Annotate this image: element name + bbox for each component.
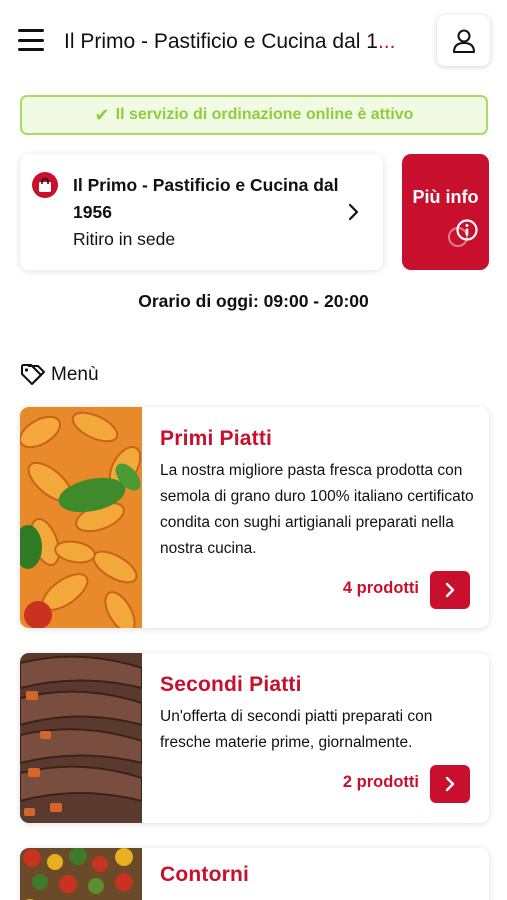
- category-card-primi-piatti[interactable]: Primi Piatti La nostra migliore pasta fr…: [20, 407, 489, 628]
- product-count: 2 prodotti: [342, 773, 419, 791]
- open-category-button[interactable]: [430, 765, 470, 803]
- more-info-label: Più info: [412, 187, 479, 207]
- category-title: Secondi Piatti: [160, 673, 302, 696]
- chevron-right-icon: [445, 776, 455, 792]
- product-count: 4 prodotti: [342, 579, 419, 597]
- info-icon: [448, 219, 478, 247]
- category-description: Un'offerta di secondi piatti preparati c…: [160, 708, 433, 751]
- chevron-right-icon: [445, 582, 455, 598]
- category-title: Primi Piatti: [160, 427, 273, 450]
- order-mode: Ritiro in sede: [73, 229, 176, 249]
- page-title: Il Primo - Pastificio e Cucina dal 1...: [64, 30, 396, 53]
- tag-icon: [21, 364, 45, 385]
- menu-heading: Menù: [20, 362, 99, 388]
- user-account-button[interactable]: [437, 15, 490, 66]
- hamburger-icon[interactable]: [18, 29, 44, 51]
- menu-heading-label: Menù: [51, 364, 99, 385]
- open-category-button[interactable]: [430, 571, 470, 609]
- store-name: Il Primo - Pastificio e Cucina dal 1956: [73, 175, 339, 222]
- vegetables-image: [20, 848, 142, 900]
- app-header: Il Primo - Pastificio e Cucina dal 1...: [0, 0, 507, 82]
- pasta-dish-image: [20, 407, 142, 628]
- category-description: La nostra migliore pasta fresca prodotta…: [160, 462, 474, 557]
- category-title: Contorni: [160, 863, 250, 886]
- more-info-button[interactable]: Più info: [402, 154, 489, 270]
- status-text: Il servizio di ordinazione online è atti…: [115, 106, 414, 123]
- category-card-secondi-piatti[interactable]: Secondi Piatti Un'offerta di secondi pia…: [20, 653, 489, 823]
- category-card-contorni[interactable]: Contorni: [20, 848, 489, 900]
- chevron-right-icon: [348, 203, 359, 221]
- user-icon: [452, 29, 475, 53]
- online-ordering-status-banner: ✔ Il servizio di ordinazione online è at…: [20, 95, 488, 135]
- check-icon: ✔: [94, 105, 110, 125]
- roast-meat-image: [20, 653, 142, 823]
- shopping-bag-icon: [32, 172, 58, 198]
- opening-hours: Orario di oggi: 09:00 - 20:00: [138, 291, 369, 311]
- store-card[interactable]: Il Primo - Pastificio e Cucina dal 1956 …: [20, 154, 383, 270]
